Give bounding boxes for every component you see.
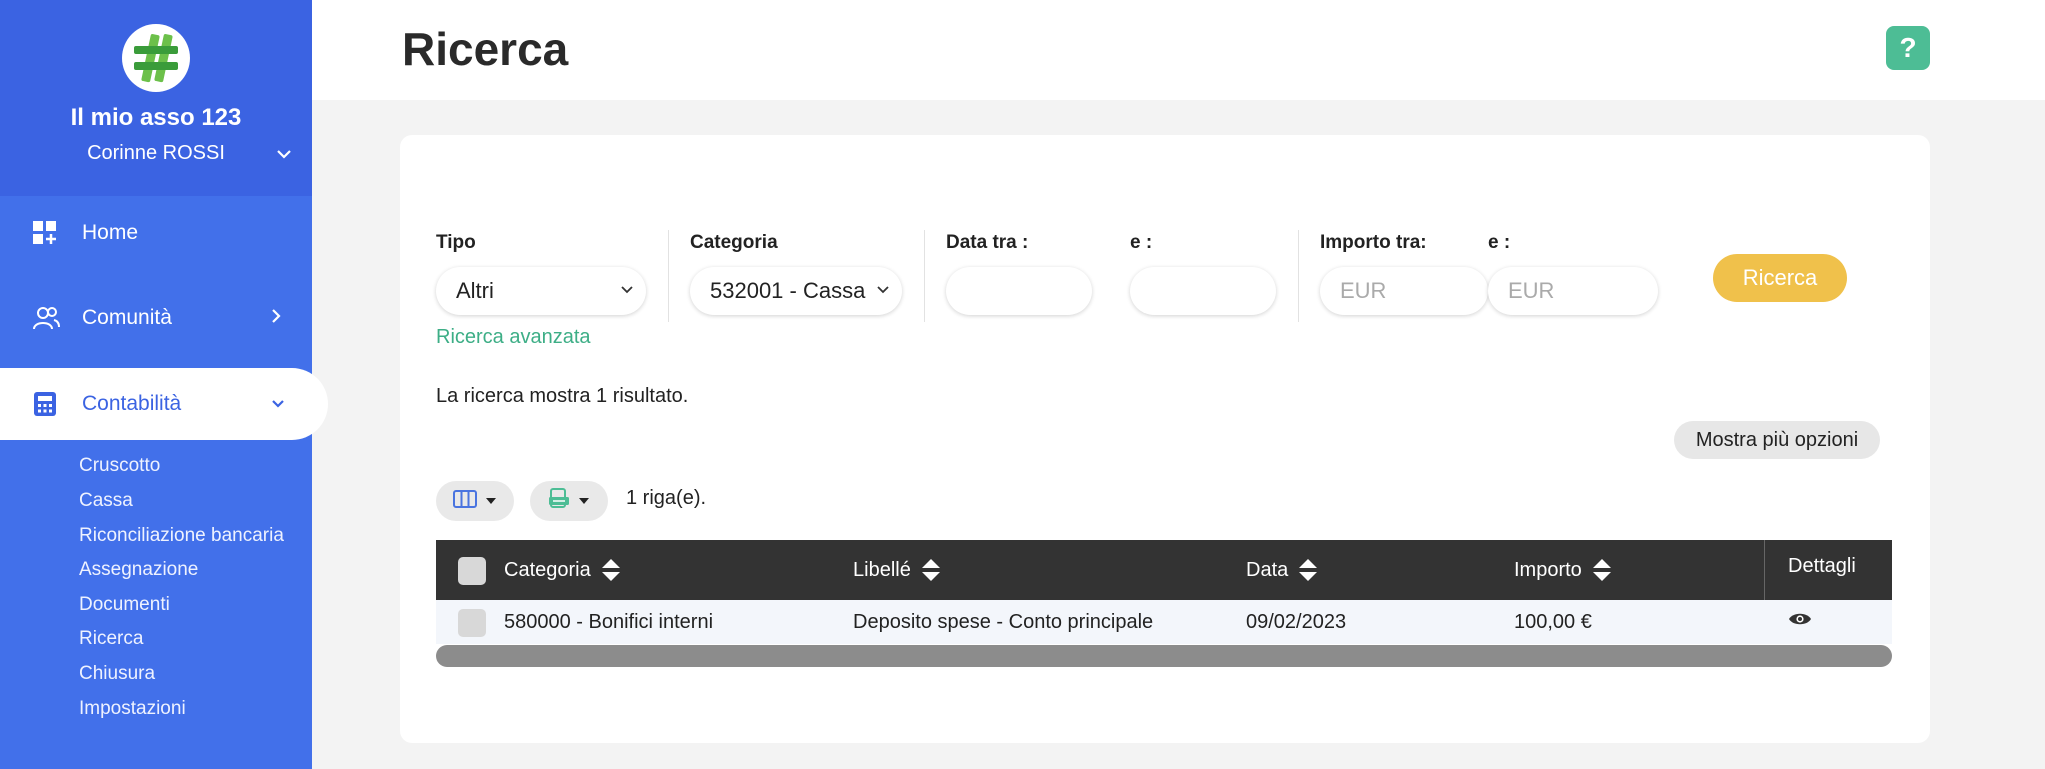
date-to-label: e : xyxy=(1130,232,1153,253)
amount-to-input[interactable]: EUR xyxy=(1488,267,1658,315)
date-from-label: Data tra : xyxy=(946,232,1029,253)
view-details-button[interactable] xyxy=(1788,597,1812,641)
sidebar-item-contabilita[interactable]: Contabilità xyxy=(0,368,328,440)
user-name[interactable]: Corinne ROSSI xyxy=(0,142,312,165)
date-to-input[interactable] xyxy=(1130,267,1276,315)
cell-category: 580000 - Bonifici interni xyxy=(504,610,714,633)
category-select[interactable]: 532001 - Cassa xyxy=(690,267,902,315)
sidebar-item-comunita[interactable]: Comunità xyxy=(0,282,312,354)
page-header: Ricerca ? xyxy=(312,0,2045,100)
amount-from-placeholder: EUR xyxy=(1340,278,1387,303)
sort-icon xyxy=(1299,559,1318,581)
sort-icon xyxy=(921,559,940,581)
table-header: Categoria Libellé Data Importo Dettagli xyxy=(436,540,1892,600)
sidebar-item-label: Comunità xyxy=(82,306,172,329)
rows-count: 1 riga(e). xyxy=(626,487,707,509)
chevron-right-icon xyxy=(270,308,282,329)
chevron-down-icon xyxy=(876,282,890,300)
amount-from-input[interactable]: EUR xyxy=(1320,267,1488,315)
divider xyxy=(1298,230,1299,322)
column-header-label: Categoria xyxy=(504,558,591,581)
file-export-icon xyxy=(548,487,570,515)
help-button[interactable]: ? xyxy=(1886,26,1930,70)
results-summary: La ricerca mostra 1 risultato. xyxy=(436,385,689,407)
date-from-input[interactable] xyxy=(946,267,1092,315)
columns-icon xyxy=(453,489,477,513)
dashboard-icon xyxy=(32,220,58,246)
column-header-details: Dettagli xyxy=(1788,554,1856,577)
sidebar-subitem-impostazioni[interactable]: Impostazioni xyxy=(79,698,186,720)
chevron-down-icon xyxy=(270,394,286,415)
sidebar-subitem-documenti[interactable]: Documenti xyxy=(79,594,170,616)
amount-to-label: e : xyxy=(1488,232,1511,253)
org-logo[interactable] xyxy=(122,24,190,92)
column-header-label: Importo xyxy=(1514,558,1582,581)
type-label: Tipo xyxy=(436,232,476,253)
column-header-amount[interactable]: Importo xyxy=(1514,540,1612,600)
horizontal-scrollbar[interactable] xyxy=(436,645,1892,667)
type-select[interactable]: Altri xyxy=(436,267,646,315)
sort-icon xyxy=(1592,559,1611,581)
column-header-category[interactable]: Categoria xyxy=(504,540,621,600)
amount-to-placeholder: EUR xyxy=(1508,278,1555,303)
cell-date: 09/02/2023 xyxy=(1246,610,1347,633)
search-button[interactable]: Ricerca xyxy=(1713,254,1847,302)
page-title: Ricerca xyxy=(402,23,569,75)
sidebar-subitem-assegnazione[interactable]: Assegnazione xyxy=(79,559,198,581)
caret-down-icon xyxy=(485,492,497,510)
search-card: Tipo Altri Categoria 532001 - Cassa Data… xyxy=(400,135,1930,743)
divider xyxy=(668,230,669,322)
table-row[interactable]: 580000 - Bonifici interni Deposito spese… xyxy=(436,600,1892,644)
cell-amount: 100,00 € xyxy=(1514,610,1592,633)
more-options-button[interactable]: Mostra più opzioni xyxy=(1674,421,1880,459)
export-button[interactable] xyxy=(530,481,608,521)
sidebar-header: Il mio asso 123 Corinne ROSSI xyxy=(0,0,312,196)
amount-from-label: Importo tra: xyxy=(1320,232,1427,253)
chevron-down-icon[interactable] xyxy=(276,144,292,165)
column-divider xyxy=(1764,540,1765,600)
sidebar-item-home[interactable]: Home xyxy=(0,197,312,269)
sidebar-subitem-cassa[interactable]: Cassa xyxy=(79,490,133,512)
category-select-value: 532001 - Cassa xyxy=(710,278,866,303)
users-icon xyxy=(32,305,60,331)
column-header-label: Libellé xyxy=(853,558,911,581)
sidebar-item-label: Home xyxy=(82,221,139,244)
select-all-checkbox[interactable] xyxy=(458,557,486,585)
sidebar-subitem-cruscotto[interactable]: Cruscotto xyxy=(79,455,160,477)
column-header-label[interactable]: Libellé xyxy=(853,540,941,600)
divider xyxy=(924,230,925,322)
category-label: Categoria xyxy=(690,232,778,253)
column-header-label: Data xyxy=(1246,558,1289,581)
column-header-date[interactable]: Data xyxy=(1246,540,1318,600)
sidebar-subitem-riconciliazione[interactable]: Riconciliazione bancaria xyxy=(79,525,284,547)
org-name: Il mio asso 123 xyxy=(70,104,242,131)
chevron-down-icon xyxy=(620,282,634,300)
sort-icon xyxy=(601,559,620,581)
advanced-search-link[interactable]: Ricerca avanzata xyxy=(436,326,591,349)
calculator-icon xyxy=(32,391,58,417)
sidebar-subitem-chiusura[interactable]: Chiusura xyxy=(79,663,155,685)
cell-label: Deposito spese - Conto principale xyxy=(853,610,1154,633)
eye-icon xyxy=(1789,613,1811,625)
sidebar-subitem-ricerca[interactable]: Ricerca xyxy=(79,628,143,650)
caret-down-icon xyxy=(578,492,590,510)
columns-button[interactable] xyxy=(436,481,514,521)
sidebar-item-label: Contabilità xyxy=(82,392,182,415)
row-checkbox[interactable] xyxy=(458,609,486,637)
sidebar: Il mio asso 123 Corinne ROSSI Home Comun… xyxy=(0,0,328,769)
type-select-value: Altri xyxy=(456,278,494,303)
